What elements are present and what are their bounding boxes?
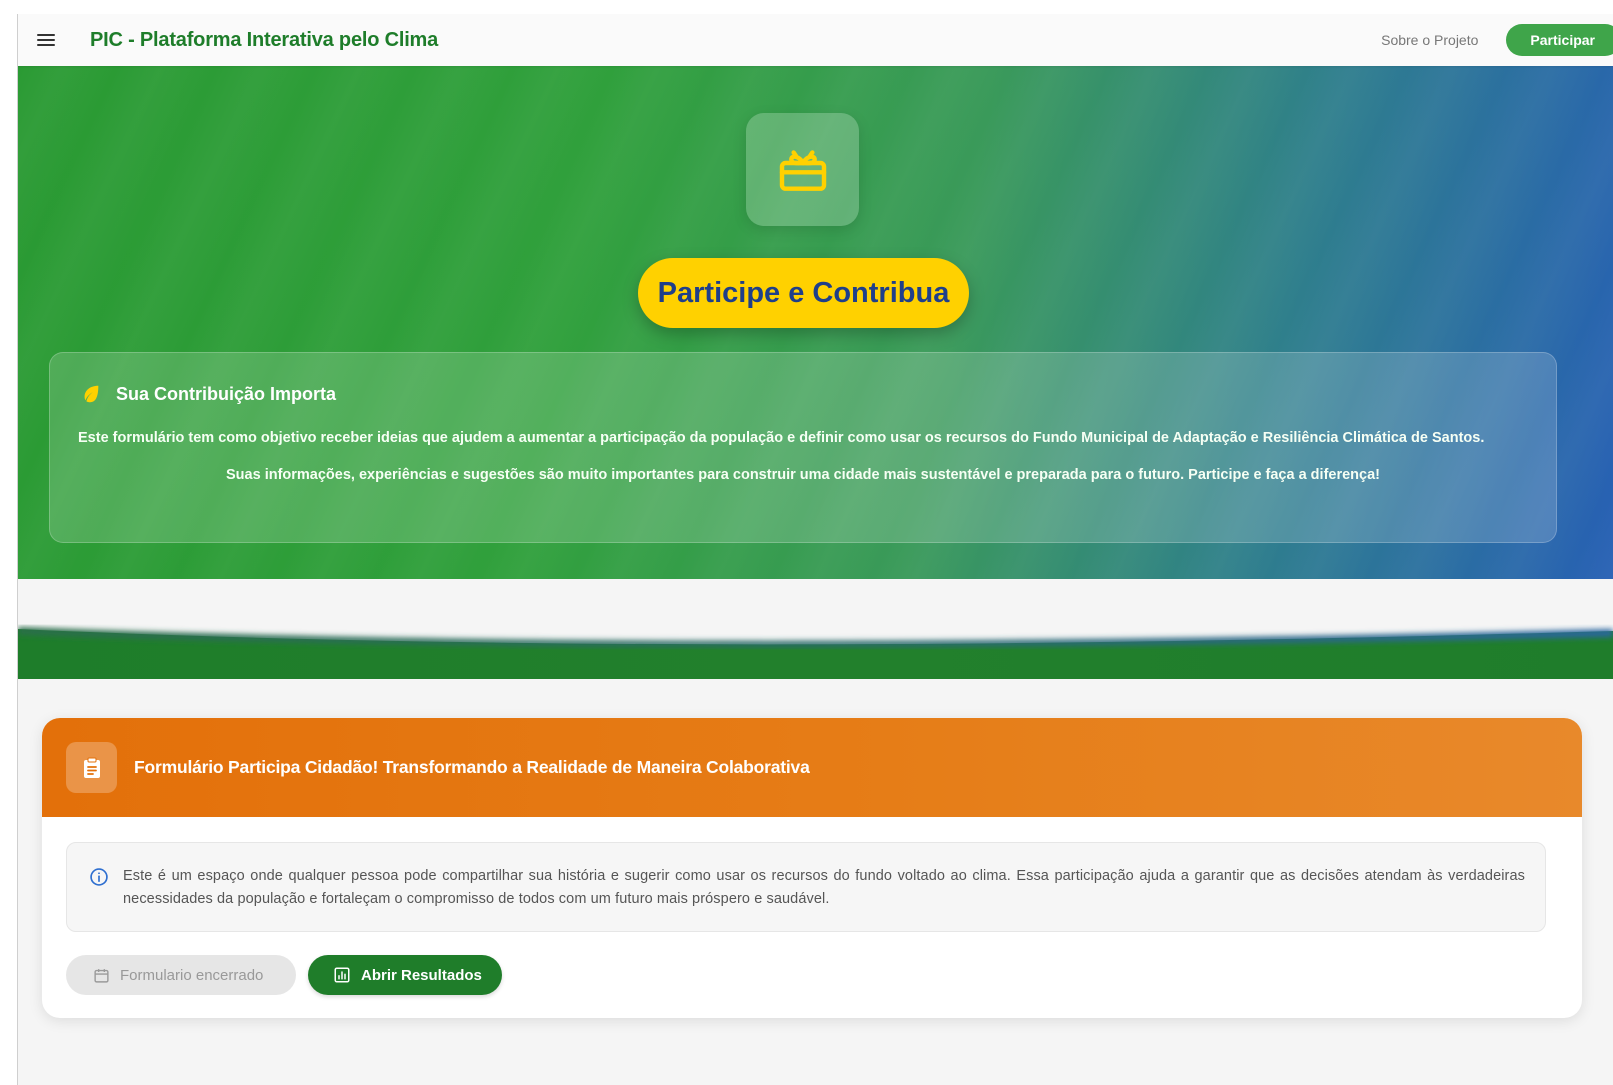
top-app-bar: PIC - Plataforma Interativa pelo Clima S… (18, 14, 1613, 66)
info-card-paragraph-1: Este formulário tem como objetivo recebe… (78, 430, 1485, 446)
notice-text: Este é um espaço onde qualquer pessoa po… (123, 868, 1525, 907)
open-results-label: Abrir Resultados (361, 966, 482, 984)
info-icon (89, 867, 109, 892)
contribution-info-card: Sua Contribuição Importa Este formulário… (49, 352, 1557, 543)
leaf-icon (80, 383, 102, 405)
participate-button[interactable]: Participar (1506, 24, 1613, 56)
app-window: PIC - Plataforma Interativa pelo Clima S… (18, 14, 1613, 1085)
form-notice: Este é um espaço onde qualquer pessoa po… (66, 842, 1546, 932)
decorative-wave (18, 579, 1613, 689)
hamburger-menu-icon[interactable] (37, 32, 59, 48)
chart-icon (334, 967, 350, 983)
topbar-actions: Sobre o Projeto Participar (1381, 24, 1613, 56)
hero-headline: Participe e Contribua (638, 258, 969, 328)
hero-section: Participe e Contribua Sua Contribuição I… (18, 66, 1613, 579)
form-closed-button[interactable]: Formulario encerrado (66, 955, 296, 995)
form-closed-label: Formulario encerrado (120, 966, 264, 984)
form-card-header: Formulário Participa Cidadão! Transforma… (42, 718, 1582, 817)
open-results-button[interactable]: Abrir Resultados (308, 955, 502, 995)
calendar-icon (94, 968, 109, 983)
clipboard-icon (66, 742, 117, 793)
form-title: Formulário Participa Cidadão! Transforma… (134, 757, 810, 777)
info-card-header: Sua Contribuição Importa (80, 383, 1526, 405)
form-actions: Formulario encerrado Abrir Resultados (66, 955, 502, 995)
form-card: Formulário Participa Cidadão! Transforma… (42, 718, 1582, 1018)
app-title: PIC - Plataforma Interativa pelo Clima (90, 28, 439, 51)
info-card-paragraph-2: Suas informações, experiências e sugestõ… (226, 467, 1380, 483)
gift-box-icon (746, 113, 859, 226)
info-card-title: Sua Contribuição Importa (116, 383, 337, 404)
about-project-link[interactable]: Sobre o Projeto (1381, 32, 1478, 48)
